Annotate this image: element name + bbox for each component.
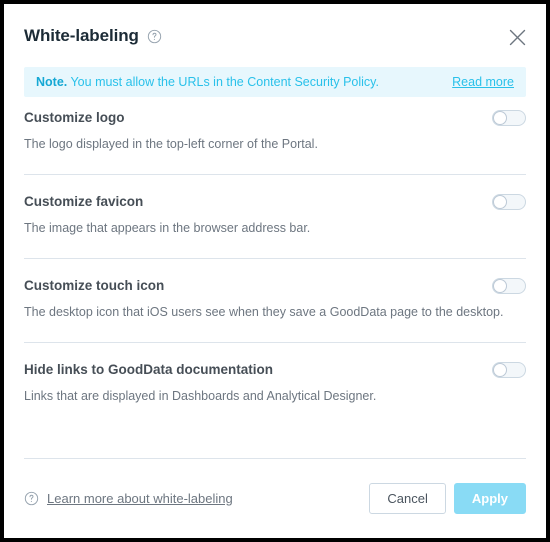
setting-row-hide-links: Hide links to GoodData documentation Lin… xyxy=(4,343,546,426)
page-title: White-labeling xyxy=(24,26,139,45)
read-more-link[interactable]: Read more xyxy=(452,75,514,89)
dialog-title-group: White-labeling xyxy=(24,26,162,46)
note-message: You must allow the URLs in the Content S… xyxy=(67,75,379,89)
dialog-header: White-labeling xyxy=(4,4,546,60)
question-circle-icon[interactable] xyxy=(147,29,162,44)
white-labeling-dialog: White-labeling Note. You must allow the … xyxy=(4,4,546,538)
setting-title: Customize logo xyxy=(24,110,125,125)
toggle-hide-links[interactable] xyxy=(492,362,526,378)
setting-title: Customize touch icon xyxy=(24,278,165,293)
question-circle-icon xyxy=(24,491,39,506)
toggle-knob xyxy=(493,363,507,377)
dialog-footer: Learn more about white-labeling Cancel A… xyxy=(4,459,546,538)
toggle-knob xyxy=(493,195,507,209)
setting-row-customize-favicon: Customize favicon The image that appears… xyxy=(4,175,546,258)
setting-description: The image that appears in the browser ad… xyxy=(24,221,311,235)
setting-description: The desktop icon that iOS users see when… xyxy=(24,305,504,319)
learn-more-link[interactable]: Learn more about white-labeling xyxy=(47,491,233,506)
setting-description: The logo displayed in the top-left corne… xyxy=(24,137,318,151)
setting-row-header: Customize touch icon xyxy=(24,276,526,295)
apply-button[interactable]: Apply xyxy=(453,483,526,514)
setting-title: Customize favicon xyxy=(24,194,144,209)
setting-description: Links that are displayed in Dashboards a… xyxy=(24,389,377,403)
learn-more-link-group[interactable]: Learn more about white-labeling xyxy=(24,491,233,506)
note-label: Note. xyxy=(36,75,68,89)
setting-row-header: Customize favicon xyxy=(24,192,526,211)
setting-row-header: Customize logo xyxy=(24,108,526,127)
note-banner: Note. You must allow the URLs in the Con… xyxy=(24,67,526,97)
toggle-customize-touch-icon[interactable] xyxy=(492,278,526,294)
setting-row-customize-logo: Customize logo The logo displayed in the… xyxy=(4,108,546,174)
note-text: Note. You must allow the URLs in the Con… xyxy=(36,75,379,89)
close-icon[interactable] xyxy=(504,24,530,50)
setting-title: Hide links to GoodData documentation xyxy=(24,362,274,377)
setting-row-customize-touch-icon: Customize touch icon The desktop icon th… xyxy=(4,259,546,342)
toggle-knob xyxy=(493,279,507,293)
cancel-button[interactable]: Cancel xyxy=(369,483,446,514)
toggle-knob xyxy=(493,111,507,125)
settings-list: Customize logo The logo displayed in the… xyxy=(4,108,546,426)
toggle-customize-logo[interactable] xyxy=(492,110,526,126)
toggle-customize-favicon[interactable] xyxy=(492,194,526,210)
setting-row-header: Hide links to GoodData documentation xyxy=(24,360,526,379)
footer-actions: Cancel Apply xyxy=(369,483,526,514)
